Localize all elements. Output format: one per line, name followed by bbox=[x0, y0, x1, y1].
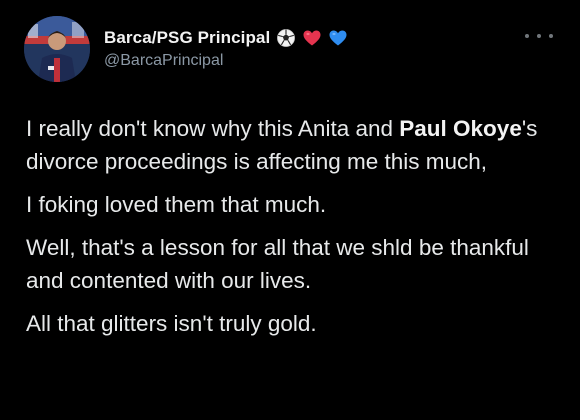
dot-icon bbox=[549, 34, 553, 38]
author-name-row: Barca/PSG Principal bbox=[104, 26, 348, 50]
more-options-icon[interactable] bbox=[525, 28, 553, 44]
tweet-paragraph-1: I really don't know why this Anita and P… bbox=[26, 112, 556, 178]
red-heart-icon bbox=[302, 28, 322, 48]
dot-icon bbox=[525, 34, 529, 38]
soccer-ball-icon bbox=[276, 28, 296, 48]
tweet-paragraph-3: Well, that's a lesson for all that we sh… bbox=[26, 235, 529, 293]
tweet-paragraph-2: I foking loved them that much. bbox=[26, 192, 327, 217]
display-name[interactable]: Barca/PSG Principal bbox=[104, 28, 270, 48]
bold-name-okoye: Okoye bbox=[453, 116, 522, 141]
tweet-text: I really don't know why this Anita and P… bbox=[26, 112, 556, 350]
tweet-text-fragment: I really don't know why this Anita and bbox=[26, 116, 400, 141]
tweet-card: Barca/PSG Principal @BarcaPrincipal I re… bbox=[0, 0, 580, 420]
dot-icon bbox=[537, 34, 541, 38]
author-handle[interactable]: @BarcaPrincipal bbox=[104, 52, 223, 70]
tweet-paragraph-4: All that glitters isn't truly gold. bbox=[26, 311, 317, 336]
blue-heart-icon bbox=[328, 28, 348, 48]
avatar[interactable] bbox=[24, 16, 90, 82]
bold-name-paul: Paul bbox=[399, 116, 447, 141]
